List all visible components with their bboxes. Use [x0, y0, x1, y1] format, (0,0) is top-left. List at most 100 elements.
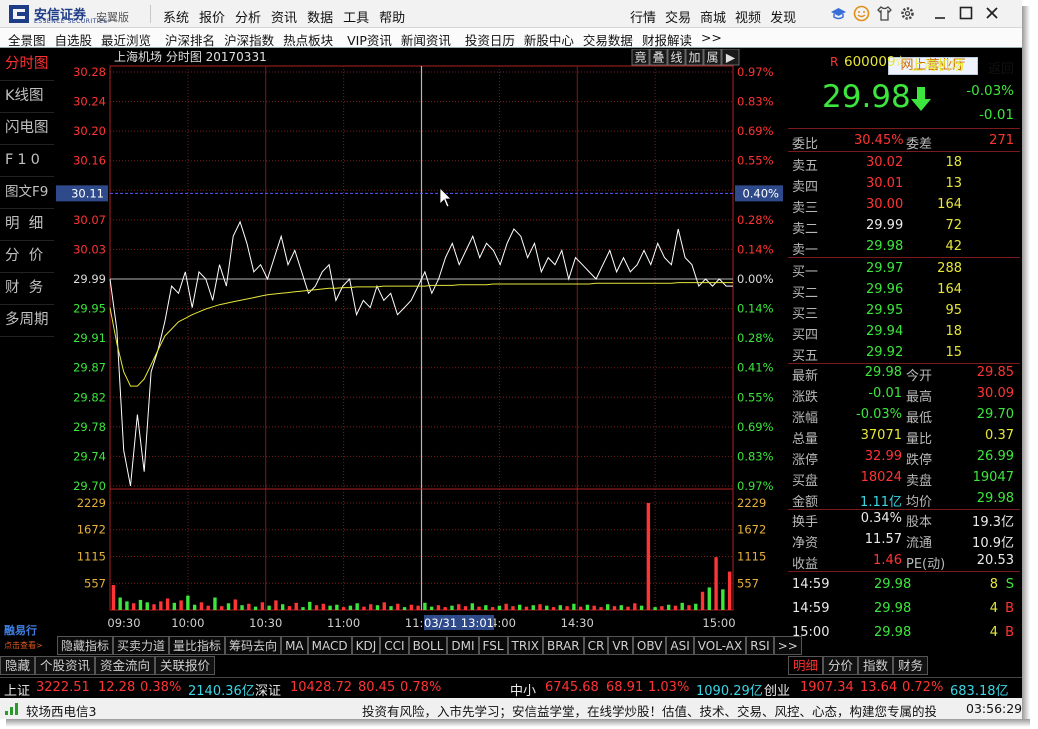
menu-news[interactable]: 资讯: [271, 7, 297, 26]
nav-finance[interactable]: 财 务: [0, 273, 54, 305]
nav-f9[interactable]: 图文F9: [0, 177, 54, 209]
rongyixing-link[interactable]: 点击查看>: [4, 640, 43, 651]
toolbar-ranking[interactable]: 沪深排名: [165, 30, 215, 49]
tick-time: 14:59: [792, 601, 830, 616]
indicator-tab-6[interactable]: KDJ: [351, 636, 381, 655]
ask-volume: 13: [945, 176, 962, 191]
main-menu: 系统 报价 分析 资讯 数据 工具 帮助: [163, 7, 405, 26]
menu-mall[interactable]: 商城: [700, 7, 726, 26]
nav-price-dist[interactable]: 分 价: [0, 241, 54, 273]
toolbar-trade-data[interactable]: 交易数据: [583, 30, 633, 49]
y-axis-right-tick: 0.00%: [737, 272, 774, 286]
y-axis-right-tick: 0.55%: [737, 390, 774, 404]
toolbar-calendar[interactable]: 投资日历: [465, 30, 515, 49]
indicator-tab-17[interactable]: VOL-AX: [693, 636, 747, 655]
intraday-chart[interactable]: 30.28 0.97% 30.24 0.83% 30.20 0.69% 30.16 0.55%…: [56, 49, 786, 634]
chart-option-label[interactable]: 叠: [652, 51, 664, 65]
maximize-button[interactable]: [956, 3, 976, 23]
minimize-button[interactable]: [930, 3, 950, 23]
gear-icon[interactable]: [899, 5, 916, 22]
close-button[interactable]: [982, 3, 1002, 23]
bid-volume: 288: [937, 261, 962, 276]
index-sz-label[interactable]: 深证: [255, 680, 281, 699]
toolbar-news[interactable]: 新闻资讯: [401, 30, 451, 49]
indicator-tab-0[interactable]: 隐藏指标: [57, 636, 114, 655]
menu-data[interactable]: 数据: [307, 7, 333, 26]
ask-price: 29.98: [866, 239, 904, 254]
menu-system[interactable]: 系统: [163, 7, 189, 26]
menu-video[interactable]: 视频: [735, 7, 761, 26]
chart-option-label[interactable]: 线: [670, 51, 682, 65]
menu-trade[interactable]: 交易: [665, 7, 691, 26]
sub-tab-2[interactable]: 资金流向: [95, 656, 156, 675]
menu-quote[interactable]: 报价: [199, 7, 225, 26]
toolbar-ipo[interactable]: 新股中心: [524, 30, 574, 49]
rongyixing-logo[interactable]: 融易行: [4, 622, 37, 638]
right-sub-tab-0[interactable]: 明细: [788, 656, 824, 675]
right-sub-tab-2[interactable]: 指数: [858, 656, 894, 675]
fund-row: 换手 0.34% 股本 19.3亿: [788, 509, 1020, 530]
chart-option-label[interactable]: ▶: [726, 51, 736, 65]
indicator-tab-12[interactable]: BRAR: [542, 636, 584, 655]
indicator-tab-18[interactable]: RSI: [746, 636, 774, 655]
sub-tab-1[interactable]: 个股资讯: [35, 656, 96, 675]
volume-bar: [592, 605, 596, 610]
volume-bar: [260, 602, 265, 610]
indicator-tab-11[interactable]: TRIX: [507, 636, 543, 655]
indicator-tab-19[interactable]: >>: [773, 636, 802, 655]
toolbar-hot-sectors[interactable]: 热点板块: [283, 30, 333, 49]
index-cy-label[interactable]: 创业: [764, 680, 790, 699]
quote-header: R 600009 ☆ 上海机场 29.98 -0.03% -0.01: [788, 49, 1020, 129]
toolbar-more[interactable]: >>: [701, 30, 722, 49]
chart-option-label[interactable]: 加: [688, 51, 700, 65]
right-sub-tab-1[interactable]: 分价: [823, 656, 859, 675]
indicator-tab-5[interactable]: MACD: [307, 636, 352, 655]
indicator-tab-3[interactable]: 筹码去向: [225, 636, 282, 655]
tick-price: 29.98: [874, 625, 912, 640]
ask-row: 卖一 29.98 42: [788, 237, 1020, 258]
divider: [150, 5, 151, 23]
sub-tab-3[interactable]: 关联报价: [155, 656, 216, 675]
indicator-tab-1[interactable]: 买卖力道: [113, 636, 170, 655]
indicator-tab-4[interactable]: MA: [281, 636, 308, 655]
toolbar-vip-news[interactable]: VIP资讯: [347, 30, 392, 49]
volume-bar: [436, 605, 441, 610]
nav-flash[interactable]: 闪电图: [0, 113, 54, 145]
indicator-tab-8[interactable]: BOLL: [408, 636, 448, 655]
nav-multi-period[interactable]: 多周期: [0, 305, 54, 337]
toolbar-recent[interactable]: 最近浏览: [101, 30, 151, 49]
toolbar-index[interactable]: 沪深指数: [224, 30, 274, 49]
menu-help[interactable]: 帮助: [379, 7, 405, 26]
indicator-tab-2[interactable]: 量比指标: [169, 636, 226, 655]
nav-details[interactable]: 明 细: [0, 209, 54, 241]
indicator-tab-15[interactable]: OBV: [632, 636, 667, 655]
smiley-icon[interactable]: [853, 5, 870, 22]
nav-kline[interactable]: K线图: [0, 81, 54, 113]
graduation-cap-icon[interactable]: [830, 5, 847, 22]
toolbar-watchlist[interactable]: 自选股: [55, 30, 93, 49]
menu-analysis[interactable]: 分析: [235, 7, 261, 26]
menu-discover[interactable]: 发现: [770, 7, 796, 26]
server-name[interactable]: 较场西电信3: [26, 701, 96, 719]
indicator-tab-13[interactable]: CR: [583, 636, 609, 655]
indicator-tab-14[interactable]: VR: [608, 636, 633, 655]
nav-intraday[interactable]: 分时图: [0, 49, 54, 81]
indicator-tab-9[interactable]: DMI: [447, 636, 479, 655]
indicator-tab-7[interactable]: CCI: [380, 636, 409, 655]
indicator-tab-10[interactable]: FSL: [478, 636, 508, 655]
shirt-icon[interactable]: [876, 5, 893, 22]
chart-option-label[interactable]: 竟: [634, 51, 646, 65]
star-icon[interactable]: ☆: [894, 52, 907, 70]
toolbar-overview[interactable]: 全景图: [8, 30, 46, 49]
index-sh-label[interactable]: 上证: [4, 680, 30, 699]
menu-tools[interactable]: 工具: [343, 7, 369, 26]
chart-option-label[interactable]: 属: [706, 51, 718, 65]
right-sub-tab-3[interactable]: 财务: [893, 656, 929, 675]
notice-ticker[interactable]: 投资有风险，入市先学习；安信益学堂，在线学炒股！估值、技术、交易、风控、心态，构…: [362, 701, 936, 719]
index-zx-label[interactable]: 中小: [510, 680, 536, 699]
toolbar-reports[interactable]: 财报解读: [642, 30, 692, 49]
indicator-tab-16[interactable]: ASI: [666, 636, 694, 655]
sub-tab-0[interactable]: 隐藏: [0, 656, 36, 675]
menu-market[interactable]: 行情: [630, 7, 656, 26]
nav-f10[interactable]: F10: [0, 145, 54, 177]
